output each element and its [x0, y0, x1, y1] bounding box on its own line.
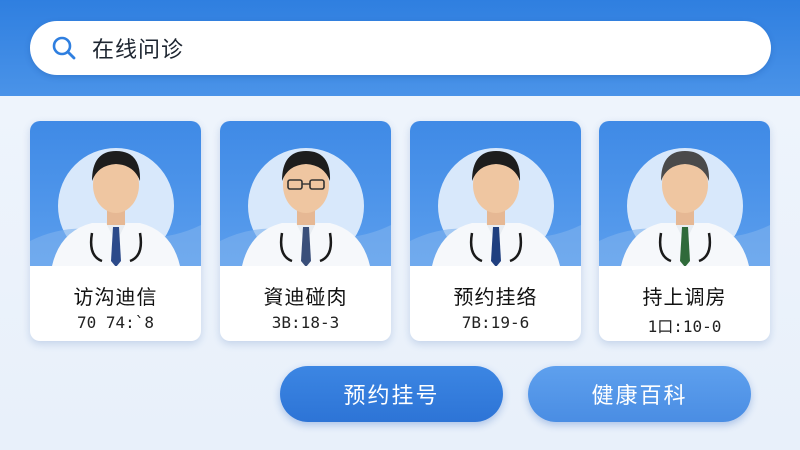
doctor-card[interactable]: 预约挂络 7B:19-6: [410, 121, 581, 341]
doctor-name: 访沟迪信: [73, 285, 158, 309]
health-wiki-button[interactable]: 健康百科: [528, 366, 751, 422]
doctor-card[interactable]: 持上调房 1口:10-0: [599, 121, 770, 341]
doctor-photo: [599, 121, 770, 266]
doctor-name: 持上调房: [642, 285, 727, 309]
doctor-avatar-icon: [220, 148, 391, 266]
book-appointment-button[interactable]: 预约挂号: [280, 366, 503, 422]
doctor-info: 7B:19-6: [461, 313, 530, 332]
doctor-photo: [220, 121, 391, 266]
doctor-card[interactable]: 資迪碰肉 3B:18-3: [220, 121, 391, 341]
doctor-photo: [410, 121, 581, 266]
doctor-info: 70 74:`8: [76, 313, 155, 332]
doctor-info: 1口:10-0: [647, 317, 722, 336]
search-icon[interactable]: [50, 34, 78, 62]
doctor-info: 3B:18-3: [271, 313, 340, 332]
doctor-name: 预约挂络: [453, 285, 538, 309]
doctor-card[interactable]: 访沟迪信 70 74:`8: [30, 121, 201, 341]
doctor-avatar-icon: [410, 148, 581, 266]
doctor-photo: [30, 121, 201, 266]
search-input[interactable]: 在线问诊: [92, 32, 184, 64]
doctor-avatar-icon: [599, 148, 770, 266]
doctor-name: 資迪碰肉: [263, 285, 348, 309]
search-bar[interactable]: 在线问诊: [30, 21, 771, 75]
doctor-avatar-icon: [30, 148, 201, 266]
